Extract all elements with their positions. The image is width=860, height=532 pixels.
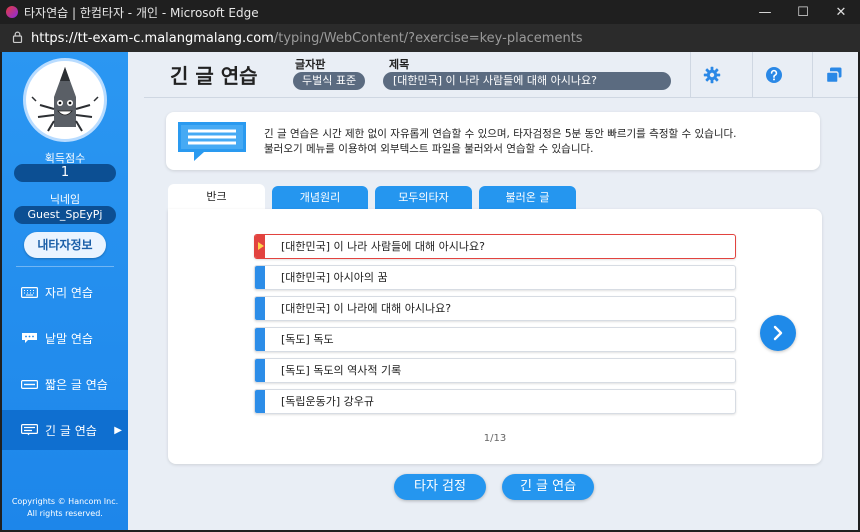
page-title: 긴 글 연습 (170, 64, 258, 88)
list-item-marker (255, 328, 265, 351)
play-icon (258, 242, 264, 250)
list-item[interactable]: [대한민국] 이 나라 사람들에 대해 아시나요? (254, 234, 736, 259)
close-icon[interactable]: ✕ (822, 0, 860, 24)
info-line: 불러오기 메뉴를 이용하여 외부텍스트 파일을 불러와서 연습할 수 있습니다. (264, 143, 594, 155)
gear-icon (703, 66, 720, 84)
speech-bubble-icon (20, 332, 38, 344)
score-value: 1 (14, 164, 116, 182)
long-text-practice-button[interactable]: 긴 글 연습 (502, 474, 594, 500)
info-card: 긴 글 연습은 시간 제한 없이 자유롭게 연습할 수 있으며, 타자검정은 5… (166, 112, 820, 170)
sidebar-item-label: 낱말 연습 (45, 331, 93, 346)
url-path[interactable]: /typing/WebContent/?exercise=key-placeme… (274, 31, 583, 46)
sidebar-item-word-practice[interactable]: 낱말 연습 (2, 318, 128, 358)
copyright-line: All rights reserved. (27, 509, 103, 518)
short-text-icon (20, 378, 38, 390)
edge-logo-icon (6, 6, 18, 18)
maximize-icon[interactable]: ☐ (784, 0, 822, 24)
keyboard-icon (20, 286, 38, 298)
typing-test-button[interactable]: 타자 검정 (394, 474, 486, 500)
info-text: 긴 글 연습은 시간 제한 없이 자유롭게 연습할 수 있으며, 타자검정은 5… (264, 127, 736, 157)
list-item-label: [대한민국] 이 나라 사람들에 대해 아시나요? (281, 240, 485, 253)
list-item-marker (255, 359, 265, 382)
list-item-marker (255, 390, 265, 413)
help-button[interactable] (752, 52, 794, 98)
sidebar-item-long-text-practice[interactable]: 긴 글 연습 ▶ (2, 410, 128, 450)
sidebar: 획득점수 1 닉네임 Guest_SpEyPj 내타자정보 자리 연습 낱말 연… (2, 52, 128, 530)
tab-concept[interactable]: 개념원리 (272, 186, 368, 210)
sidebar-item-key-practice[interactable]: 자리 연습 (2, 272, 128, 312)
window-icon (825, 67, 841, 84)
nickname-value: Guest_SpEyPj (14, 206, 116, 224)
chevron-right-icon (773, 325, 783, 341)
list-item[interactable]: [대한민국] 아시아의 꿈 (254, 265, 736, 290)
minimize-icon[interactable]: — (746, 0, 784, 24)
page-indicator: 1/13 (483, 433, 507, 444)
header: 긴 글 연습 글자판 두벌식 표준 제목 [대한민국] 이 나라 사람들에 대해… (144, 52, 858, 98)
tab-loaded-text[interactable]: 불러온 글 (479, 186, 576, 210)
app: 획득점수 1 닉네임 Guest_SpEyPj 내타자정보 자리 연습 낱말 연… (2, 52, 858, 530)
chevron-right-icon: ▶ (114, 424, 122, 436)
list-item[interactable]: [대한민국] 이 나라에 대해 아시나요? (254, 296, 736, 321)
tab-everyone-typing[interactable]: 모두의타자 (375, 186, 472, 210)
sidebar-item-label: 짧은 글 연습 (45, 377, 108, 392)
pencil-character-icon (31, 67, 99, 132)
tab-bank[interactable]: 반크 (168, 184, 265, 210)
copyright-line: Copyrights © Hancom Inc. (11, 497, 119, 506)
next-page-button[interactable] (760, 315, 796, 351)
settings-button[interactable] (690, 52, 732, 98)
keyboard-layout-value[interactable]: 두벌식 표준 (293, 72, 366, 90)
list-item[interactable]: [독립운동가] 강우규 (254, 389, 736, 414)
sidebar-item-label: 자리 연습 (45, 285, 93, 300)
notice-board-icon (178, 122, 246, 161)
text-title-label: 제목 (389, 58, 410, 71)
my-typing-info-button[interactable]: 내타자정보 (24, 232, 106, 258)
list-item[interactable]: [독도] 독도 (254, 327, 736, 352)
info-line: 긴 글 연습은 시간 제한 없이 자유롭게 연습할 수 있으며, 타자검정은 5… (264, 128, 737, 140)
list-item-marker (255, 266, 265, 289)
address-bar[interactable]: https://tt-exam-c.malangmalang.com/typin… (0, 24, 860, 52)
list-item-label: [독립운동가] 강우규 (281, 395, 375, 408)
url-host[interactable]: https://tt-exam-c.malangmalang.com (31, 31, 274, 46)
help-icon (765, 67, 782, 83)
text-title-value: [대한민국] 이 나라 사람들에 대해 아시나요? (383, 72, 671, 90)
long-text-icon (20, 424, 38, 436)
list-item-label: [독도] 독도 (281, 333, 334, 346)
window-mode-button[interactable] (812, 52, 854, 98)
keyboard-layout-label: 글자판 (295, 58, 326, 71)
sidebar-item-label: 긴 글 연습 (45, 423, 97, 438)
lock-icon[interactable] (12, 31, 23, 46)
window-title: 타자연습 | 한컴타자 - 개인 - Microsoft Edge (24, 5, 259, 20)
sidebar-item-short-text-practice[interactable]: 짧은 글 연습 (2, 364, 128, 404)
text-list-panel: [대한민국] 이 나라 사람들에 대해 아시나요? [대한민국] 아시아의 꿈 … (168, 209, 822, 464)
copyright: Copyrights © Hancom Inc. All rights rese… (2, 496, 128, 520)
list-item-marker (255, 297, 265, 320)
sidebar-divider (16, 266, 114, 267)
window-titlebar: 타자연습 | 한컴타자 - 개인 - Microsoft Edge — ☐ ✕ (0, 0, 860, 24)
list-item[interactable]: [독도] 독도의 역사적 기록 (254, 358, 736, 383)
list-item-label: [독도] 독도의 역사적 기록 (281, 364, 402, 377)
avatar[interactable] (23, 58, 107, 142)
list-item-label: [대한민국] 이 나라에 대해 아시나요? (281, 302, 452, 315)
list-item-label: [대한민국] 아시아의 꿈 (281, 271, 388, 284)
nickname-label: 닉네임 (49, 193, 81, 206)
